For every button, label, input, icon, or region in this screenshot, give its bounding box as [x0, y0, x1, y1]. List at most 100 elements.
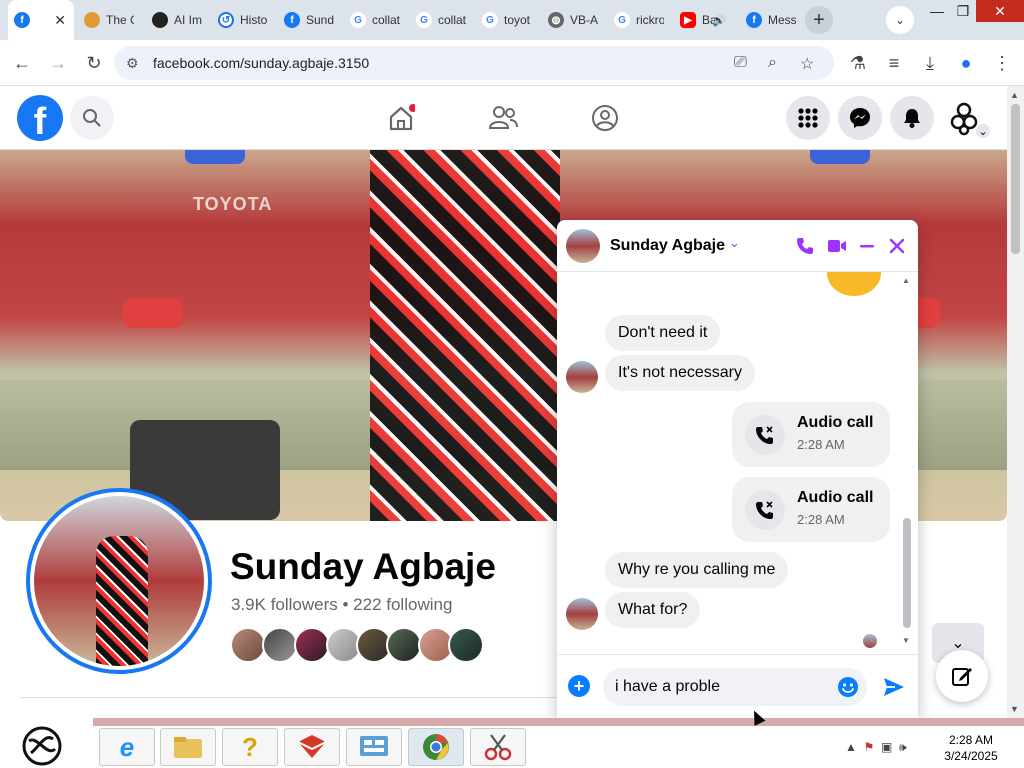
chevron-down-icon: ⌄	[976, 124, 990, 138]
tab-5[interactable]: G collat	[344, 4, 406, 36]
friend-avatar[interactable]	[230, 627, 266, 663]
message-bubble[interactable]: It's not necessary	[605, 355, 755, 391]
tab-3[interactable]: ↺ Histo	[212, 4, 278, 36]
taskbar-internet-explorer[interactable]: e	[99, 728, 155, 766]
tab-8[interactable]: ◍ VB-A	[542, 4, 604, 36]
back-button[interactable]: ←	[10, 51, 34, 75]
chrome-icon	[423, 734, 449, 760]
facebook-header: f ⌄	[0, 86, 1007, 150]
chrome-menu-icon[interactable]: ⋮	[990, 51, 1014, 75]
taskbar-clock[interactable]: 2:28 AM 3/24/2025	[925, 732, 1017, 764]
audio-call-card[interactable]: Audio call 2:28 AM	[732, 402, 890, 467]
restore-window-button[interactable]: ❐	[948, 0, 978, 22]
install-app-icon[interactable]: ⎚	[734, 54, 747, 72]
google-icon: G	[416, 12, 432, 28]
friend-avatar[interactable]	[262, 627, 298, 663]
tab-facebook-active[interactable]: f ✕	[8, 0, 74, 40]
sender-avatar[interactable]	[566, 598, 598, 630]
sender-avatar[interactable]	[566, 361, 598, 393]
scroll-down-arrow-icon[interactable]: ▼	[902, 636, 910, 645]
taskbar-file-explorer[interactable]	[160, 728, 216, 766]
more-actions-plus-icon[interactable]: +	[568, 675, 590, 697]
internet-explorer-icon: e	[119, 731, 135, 762]
chat-contact-name[interactable]: Sunday Agbaje	[610, 237, 725, 255]
messenger-icon	[850, 108, 870, 128]
windows-taskbar: e ? ▲ ⚑ ▣ 🕪 2:28 AM 3/24/2025	[0, 718, 1024, 768]
chat-avatar[interactable]	[566, 229, 600, 263]
taskbar-snipping-tool[interactable]	[470, 728, 526, 766]
chat-message-list[interactable]: Don't need it It's not necessary Audio c…	[557, 272, 918, 654]
friend-avatar[interactable]	[386, 627, 422, 663]
zoom-icon[interactable]: ⌕	[768, 54, 777, 72]
new-message-button[interactable]	[936, 650, 988, 702]
messenger-button[interactable]	[838, 96, 882, 140]
media-control-icon[interactable]: ≡	[882, 51, 906, 75]
generic-icon	[152, 12, 168, 28]
profile-icon[interactable]: ●	[954, 51, 978, 75]
notifications-button[interactable]	[890, 96, 934, 140]
action-center-icon[interactable]: ⚑	[864, 740, 875, 754]
chevron-down-icon[interactable]: ⌄	[729, 235, 740, 251]
emoji-icon[interactable]	[837, 676, 859, 698]
facebook-search-button[interactable]	[70, 96, 114, 140]
nav-friends[interactable]	[485, 100, 521, 136]
account-button[interactable]: ⌄	[942, 96, 990, 140]
new-tab-button[interactable]: +	[805, 6, 833, 34]
chat-scrollbar[interactable]: ▲ ▼	[900, 272, 914, 652]
tab-search-button[interactable]: ⌄	[886, 6, 914, 34]
tab-10[interactable]: ▶ Ba 🔊	[674, 4, 736, 36]
taskbar-app-red[interactable]	[284, 728, 340, 766]
labs-flask-icon[interactable]: ⚗	[846, 51, 870, 75]
video-call-button[interactable]	[825, 234, 849, 258]
downloads-icon[interactable]: ⤓	[918, 51, 942, 75]
taskbar-chrome[interactable]	[408, 728, 464, 766]
tab-6[interactable]: G collat	[410, 4, 472, 36]
send-icon[interactable]	[882, 675, 906, 699]
tab-1[interactable]: The C	[78, 4, 140, 36]
scroll-up-arrow-icon[interactable]: ▲	[902, 276, 910, 285]
start-button[interactable]	[18, 724, 66, 768]
scroll-down-arrow-icon[interactable]: ▼	[1010, 704, 1019, 714]
bookmark-star-icon[interactable]: ☆	[800, 54, 814, 74]
nav-groups[interactable]	[587, 100, 623, 136]
message-bubble[interactable]: What for?	[605, 592, 701, 628]
tab-4[interactable]: f Sund	[278, 4, 340, 36]
tab-11[interactable]: f Mess	[740, 4, 802, 36]
profile-picture[interactable]	[26, 488, 212, 674]
tab-9[interactable]: G rickro	[608, 4, 670, 36]
profile-followers[interactable]: 3.9K followers • 222 following	[231, 595, 452, 615]
site-info-icon[interactable]: ⚙	[126, 55, 139, 72]
page-scrollbar-thumb[interactable]	[1011, 104, 1020, 254]
tray-expand-icon[interactable]: ▲	[845, 740, 857, 754]
friend-avatar[interactable]	[448, 627, 484, 663]
nav-home[interactable]	[383, 100, 419, 136]
close-tab-icon[interactable]: ✕	[54, 12, 66, 29]
chat-header[interactable]: Sunday Agbaje ⌄	[557, 220, 918, 272]
seen-indicator-avatar	[863, 634, 877, 648]
taskbar-help[interactable]: ?	[222, 728, 278, 766]
friend-avatar[interactable]	[294, 627, 330, 663]
scroll-up-arrow-icon[interactable]: ▲	[1010, 90, 1019, 100]
audio-call-card[interactable]: Audio call 2:28 AM	[732, 477, 890, 542]
close-window-button[interactable]: ✕	[976, 0, 1024, 22]
network-icon[interactable]: ▣	[881, 740, 892, 754]
tab-7[interactable]: G toyot	[476, 4, 538, 36]
message-bubble[interactable]: Why re you calling me	[605, 552, 789, 588]
minimize-chat-button[interactable]	[855, 234, 879, 258]
reload-button[interactable]: ↻	[82, 51, 106, 75]
tab-2[interactable]: AI Im	[146, 4, 208, 36]
menu-grid-button[interactable]	[786, 96, 830, 140]
message-input[interactable]	[603, 668, 867, 706]
close-chat-button[interactable]	[885, 234, 909, 258]
taskbar-control-panel[interactable]	[346, 728, 402, 766]
forward-button[interactable]: →	[46, 51, 70, 75]
message-bubble[interactable]: Don't need it	[605, 315, 721, 351]
chat-scrollbar-thumb[interactable]	[903, 518, 911, 628]
audio-call-button[interactable]	[793, 234, 817, 258]
address-bar[interactable]: ⚙ facebook.com/sunday.agbaje.3150 ⎚ ⌕ ☆	[114, 46, 834, 80]
system-tray[interactable]: ▲ ⚑ ▣ 🕪	[845, 740, 907, 755]
facebook-logo[interactable]: f	[17, 95, 63, 141]
page-scrollbar[interactable]: ▲ ▼	[1007, 86, 1024, 718]
volume-icon[interactable]: 🕪	[899, 740, 907, 754]
help-icon: ?	[242, 731, 258, 762]
